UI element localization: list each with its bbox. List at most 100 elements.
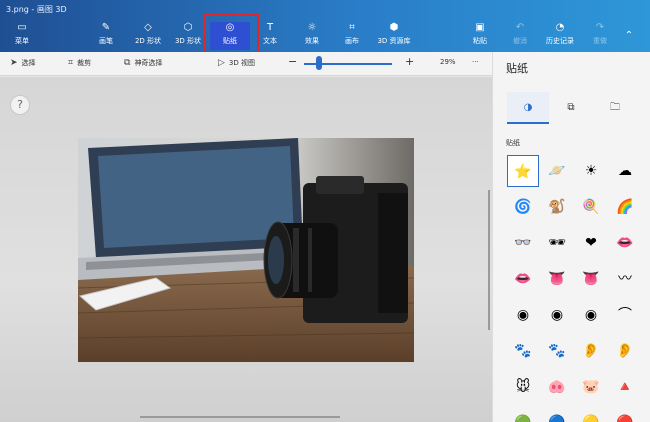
tab-textures[interactable]: ⧉ <box>550 92 592 124</box>
sticker-item[interactable]: 👅 <box>541 263 573 295</box>
vertical-scrollbar[interactable] <box>488 190 490 330</box>
select-label: 选择 <box>21 59 36 67</box>
3d-library-icon: ⬢ <box>389 22 399 33</box>
sticker-item[interactable]: 🔺 <box>609 371 641 403</box>
3d-view-button[interactable]: ▷ 3D 视图 <box>218 58 255 68</box>
effects-icon: ☼ <box>307 22 317 33</box>
sticker-item[interactable]: ◉ <box>507 299 539 331</box>
sticker-item[interactable]: 🍭 <box>575 191 607 223</box>
sticker-item[interactable]: ◉ <box>575 299 607 331</box>
2d-shapes-icon: ◇ <box>144 22 152 33</box>
zoom-slider-thumb[interactable] <box>316 56 322 70</box>
window-title: 3.png - 画图 3D <box>6 5 67 14</box>
sticker-item[interactable]: 👅 <box>575 263 607 295</box>
sticker-item[interactable]: 🐒 <box>541 191 573 223</box>
sticker-item[interactable]: 🐭 <box>507 371 539 403</box>
magic-select-icon: ⧉ <box>124 58 131 68</box>
menu-label: 菜单 <box>15 37 29 45</box>
sticker-item[interactable]: 🔴 <box>609 407 641 422</box>
folder-icon: ▭ <box>17 22 27 33</box>
chevron-up-icon: ⌃ <box>624 30 634 41</box>
undo-icon: ↶ <box>515 22 525 33</box>
ribbon: 3.png - 画图 3D ▭ 菜单 ✎ 画笔 ◇ 2D 形状 ⬡ 3D 形状 … <box>0 0 650 53</box>
sticker-item[interactable]: 🌀 <box>507 191 539 223</box>
undo-label: 撤消 <box>513 37 527 45</box>
tool-effects[interactable]: ☼ 效果 <box>292 22 332 50</box>
history-button[interactable]: ◔ 历史记录 <box>540 22 580 50</box>
sticker-item[interactable]: 〰 <box>609 263 641 295</box>
sticker-item[interactable]: 🪐 <box>541 155 573 187</box>
tool-label: 画布 <box>345 37 359 45</box>
sticker-item[interactable]: 🐽 <box>541 371 573 403</box>
tab-custom[interactable]: 🗀 <box>594 92 636 124</box>
sticker-item[interactable]: 👓 <box>507 227 539 259</box>
sticker-item[interactable]: 👂 <box>609 335 641 367</box>
panel-title: 贴纸 <box>506 62 528 75</box>
sticker-item[interactable]: ☁ <box>609 155 641 187</box>
sticker-item[interactable]: ⌒ <box>609 299 641 331</box>
tool-3d-library[interactable]: ⬢ 3D 资源库 <box>374 22 414 50</box>
zoom-level[interactable]: 29% <box>440 58 456 66</box>
menu-button[interactable]: ▭ 菜单 <box>2 22 42 50</box>
paste-label: 粘贴 <box>473 37 487 45</box>
help-icon[interactable]: ? <box>10 95 30 115</box>
crop-button[interactable]: ⌗ 裁剪 <box>68 58 91 68</box>
sticker-item[interactable]: 🔵 <box>541 407 573 422</box>
tool-canvas[interactable]: ⌗ 画布 <box>332 22 372 50</box>
sticker-item[interactable]: ❤ <box>575 227 607 259</box>
canvas-icon: ⌗ <box>349 22 355 33</box>
photo-laptop-camera <box>78 138 414 362</box>
tool-label: 3D 资源库 <box>377 37 411 45</box>
3d-shapes-icon: ⬡ <box>183 22 193 33</box>
cursor-icon: ➤ <box>10 58 18 68</box>
tool-label: 效果 <box>305 37 319 45</box>
select-button[interactable]: ➤ 选择 <box>10 58 36 68</box>
sticker-item[interactable]: 🕶 <box>541 227 573 259</box>
secondary-toolbar: ➤ 选择 ⌗ 裁剪 ⧉ 神奇选择 ▷ 3D 视图 − + 29% ··· <box>0 52 492 76</box>
canvas-image[interactable] <box>78 138 414 362</box>
collapse-ribbon-button[interactable]: ⌃ <box>614 22 644 50</box>
tool-label: 画笔 <box>99 37 113 45</box>
magic-select-label: 神奇选择 <box>134 59 163 67</box>
zoom-out-button[interactable]: − <box>288 55 297 68</box>
sticker-item[interactable]: ◉ <box>541 299 573 331</box>
tool-label: 2D 形状 <box>134 37 162 45</box>
sticker-item[interactable]: ⭐ <box>507 155 539 187</box>
horizontal-scrollbar[interactable] <box>140 416 340 418</box>
sticker-item[interactable]: 🌈 <box>609 191 641 223</box>
history-label: 历史记录 <box>546 37 574 45</box>
tool-2d-shapes[interactable]: ◇ 2D 形状 <box>128 22 168 50</box>
sticker-item[interactable]: 🐾 <box>507 335 539 367</box>
zoom-in-button[interactable]: + <box>405 55 414 68</box>
textures-tab-icon: ⧉ <box>567 102 575 113</box>
more-options-button[interactable]: ··· <box>472 58 479 66</box>
paste-icon: ▣ <box>475 22 485 33</box>
crop-label: 裁剪 <box>77 59 92 67</box>
sticker-item[interactable]: ☀ <box>575 155 607 187</box>
tool-3d-shapes[interactable]: ⬡ 3D 形状 <box>168 22 208 50</box>
sticker-item[interactable]: 🟡 <box>575 407 607 422</box>
sticker-item[interactable]: 🐷 <box>575 371 607 403</box>
paste-button[interactable]: ▣ 粘贴 <box>460 22 500 50</box>
3d-view-label: 3D 视图 <box>228 59 255 67</box>
sticker-item[interactable]: 👂 <box>575 335 607 367</box>
sticker-item[interactable]: 👄 <box>609 227 641 259</box>
sticker-item[interactable]: 🟢 <box>507 407 539 422</box>
history-icon: ◔ <box>555 22 565 33</box>
text-icon: T <box>266 22 274 33</box>
tool-label: 3D 形状 <box>174 37 202 45</box>
custom-folder-icon: 🗀 <box>610 102 620 113</box>
tool-text[interactable]: T 文本 <box>250 22 290 50</box>
tab-stickers[interactable]: ◑ <box>507 92 549 124</box>
section-label: 贴纸 <box>506 139 520 147</box>
magic-select-button[interactable]: ⧉ 神奇选择 <box>124 58 162 68</box>
crop-icon: ⌗ <box>68 58 74 68</box>
undo-button[interactable]: ↶ 撤消 <box>500 22 540 50</box>
sticker-item[interactable]: 👄 <box>507 263 539 295</box>
tool-label: 文本 <box>263 37 277 45</box>
3d-view-icon: ▷ <box>218 58 225 68</box>
brush-icon: ✎ <box>101 22 111 33</box>
stickers-tab-icon: ◑ <box>523 102 533 113</box>
sticker-item[interactable]: 🐾 <box>541 335 573 367</box>
tool-brushes[interactable]: ✎ 画笔 <box>86 22 126 50</box>
